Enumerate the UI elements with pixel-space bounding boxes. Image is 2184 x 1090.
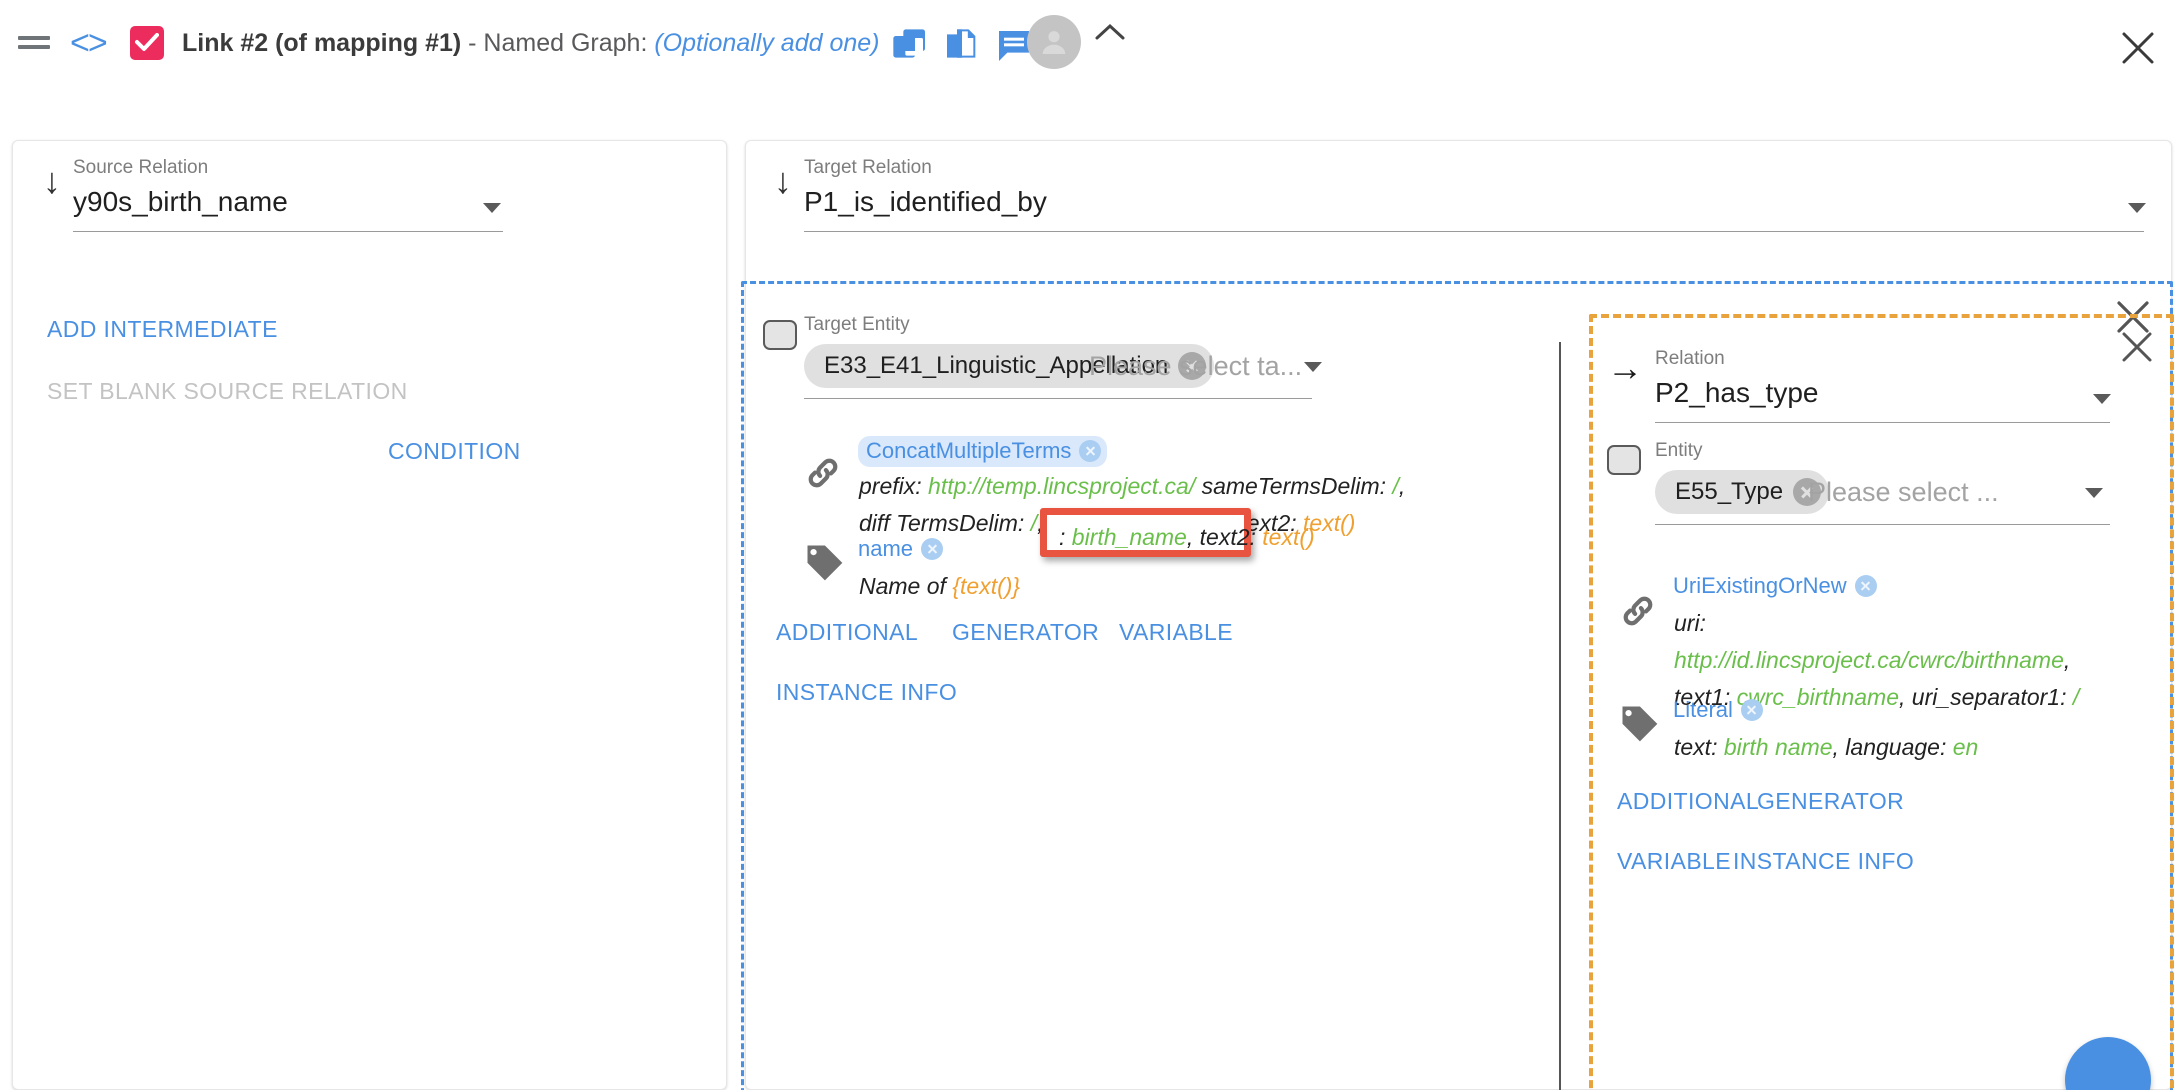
term-label: name: [858, 536, 913, 562]
code-brackets-icon[interactable]: <>: [70, 26, 106, 60]
condition-button[interactable]: CONDITION: [388, 438, 521, 464]
hamburger-icon[interactable]: [18, 36, 50, 49]
arrow-down-icon: ↓: [774, 163, 792, 199]
uriseparator-value: /: [2073, 684, 2079, 710]
relation-label: Relation: [1655, 348, 1725, 370]
term-body-literal: text: birth name, language: en: [1674, 729, 1978, 766]
text-value: birth name: [1724, 734, 1833, 760]
additional-button[interactable]: ADDITIONAL: [776, 619, 918, 645]
link-icon: [802, 452, 844, 499]
highlighted-expression: : birth_name, text2: text(): [1040, 508, 1251, 557]
term-body-name: Name of {text()}: [859, 568, 1020, 605]
checkbox-checked-icon[interactable]: [130, 26, 164, 60]
uri-value: http://id.lincsproject.ca/cwrc/bir: [1674, 647, 1987, 673]
term-label: ConcatMultipleTerms: [866, 438, 1071, 464]
prefix-value: http://temp.lincsproject.ca/: [928, 473, 1195, 499]
additional-button[interactable]: ADDITIONAL: [1617, 788, 1759, 814]
entity-underline: [1655, 524, 2110, 525]
app-root: <> Link #2 (of mapping #1) - Named Graph…: [0, 0, 2184, 1090]
source-relation-card: ↓ Source Relation y90s_birth_name ADD IN…: [12, 140, 727, 1090]
term-name-name[interactable]: name: [858, 536, 943, 562]
term-remove-icon[interactable]: [1855, 575, 1877, 597]
panel-divider: [1559, 342, 1561, 1090]
relation-value[interactable]: P2_has_type: [1655, 376, 1818, 410]
close-icon[interactable]: [2120, 330, 2154, 364]
highlight-text2-value: text(): [1262, 524, 1314, 550]
highlight-text1-value: birth_name: [1072, 524, 1187, 550]
chevron-down-icon[interactable]: [483, 203, 501, 213]
entity-chip-label: E55_Type: [1675, 478, 1783, 506]
variable-button[interactable]: VARIABLE: [1119, 619, 1233, 645]
target-entity-label: Target Entity: [804, 314, 910, 336]
target-relation-value[interactable]: P1_is_identified_by: [804, 185, 1047, 219]
text-key: text:: [1674, 734, 1724, 760]
uriseparator-head: , uri_: [1899, 684, 1950, 710]
source-relation-label: Source Relation: [73, 157, 208, 179]
source-relation-underline: [73, 231, 503, 232]
arrow-down-icon: ↓: [43, 163, 61, 199]
instance-info-button[interactable]: INSTANCE INFO: [1733, 848, 1914, 874]
target-entity-container: Target Entity E33_E41_Linguistic_Appella…: [741, 281, 2173, 1090]
page-title-normal: - Named Graph:: [461, 29, 654, 57]
source-relation-value[interactable]: y90s_birth_name: [73, 185, 288, 219]
term-label: UriExistingOrNew: [1673, 573, 1847, 599]
prefix-key: prefix:: [859, 473, 928, 499]
chevron-down-icon[interactable]: [2085, 488, 2103, 498]
term-remove-icon[interactable]: [921, 538, 943, 560]
difftermsdelim-key: TermsDelim:: [896, 510, 1031, 536]
term-remove-icon[interactable]: [1741, 699, 1763, 721]
variable-button[interactable]: VARIABLE: [1617, 848, 1731, 874]
relation-sub-panel: → Relation P2_has_type Entity E55_Type P…: [1589, 314, 2174, 1090]
entity-label: Entity: [1655, 440, 1703, 462]
relation-underline: [1655, 422, 2110, 423]
language-key: , language:: [1833, 734, 1953, 760]
top-bar: <> Link #2 (of mapping #1) - Named Graph…: [0, 0, 2184, 84]
generator-button[interactable]: GENERATOR: [952, 619, 1099, 645]
page-title-bold: Link #2 (of mapping #1): [182, 29, 461, 57]
term-name-uriexistingornew[interactable]: UriExistingOrNew: [1673, 573, 1877, 599]
close-icon[interactable]: [2120, 30, 2156, 66]
duplicate-file-icon[interactable]: [942, 26, 982, 71]
target-entity-placeholder[interactable]: Please select ta...: [1089, 350, 1302, 382]
set-blank-source-relation-button: SET BLANK SOURCE RELATION: [47, 378, 408, 404]
highlighted-expression-text: : birth_name, text2: text(): [1059, 522, 1315, 552]
uri-key: uri:: [1674, 610, 1706, 636]
highlight-pre: :: [1059, 524, 1072, 550]
copy-icon[interactable]: [890, 26, 930, 71]
target-relation-underline: [804, 231, 2144, 232]
chevron-down-icon[interactable]: [2128, 203, 2146, 213]
sametermsdelim-key: sameTermsDelim:: [1195, 473, 1392, 499]
term-label: Literal: [1673, 697, 1733, 723]
entity-chip[interactable]: E55_Type: [1655, 470, 1829, 514]
term-name-concatmultipleterms[interactable]: ConcatMultipleTerms: [858, 436, 1107, 467]
blank-checkbox-icon[interactable]: [763, 320, 797, 350]
instance-info-button[interactable]: INSTANCE INFO: [776, 679, 957, 705]
nameof-key: Name of: [859, 573, 952, 599]
link-icon: [1617, 590, 1659, 637]
page-title: Link #2 (of mapping #1) - Named Graph: (…: [182, 28, 879, 58]
generator-button[interactable]: GENERATOR: [1757, 788, 1904, 814]
term-name-literal[interactable]: Literal: [1673, 697, 1763, 723]
target-relation-card: ↓ Target Relation P1_is_identified_by Ta…: [745, 140, 2172, 1090]
tag-icon: [1617, 701, 1661, 750]
term-remove-icon[interactable]: [1079, 440, 1101, 462]
tag-icon: [802, 540, 846, 589]
chevron-down-icon[interactable]: [1304, 362, 1322, 372]
chevron-down-icon[interactable]: [2093, 394, 2111, 404]
uri-value-cont: thname: [1987, 647, 2064, 673]
chevron-up-icon[interactable]: [1093, 20, 1127, 44]
user-avatar-icon[interactable]: [1027, 15, 1081, 69]
named-graph-link[interactable]: (Optionally add one): [654, 29, 879, 57]
highlight-text2-key: , text2:: [1187, 524, 1262, 550]
target-entity-underline: [804, 398, 1312, 399]
add-intermediate-button[interactable]: ADD INTERMEDIATE: [47, 316, 278, 342]
nameof-value: {text()}: [952, 573, 1020, 599]
blank-checkbox-icon[interactable]: [1607, 445, 1641, 475]
entity-placeholder[interactable]: Please select ...: [1808, 476, 1999, 508]
uriseparator-key: separator1:: [1950, 684, 2073, 710]
arrow-right-icon: →: [1607, 350, 1643, 386]
target-relation-label: Target Relation: [804, 157, 932, 179]
language-value: en: [1953, 734, 1979, 760]
